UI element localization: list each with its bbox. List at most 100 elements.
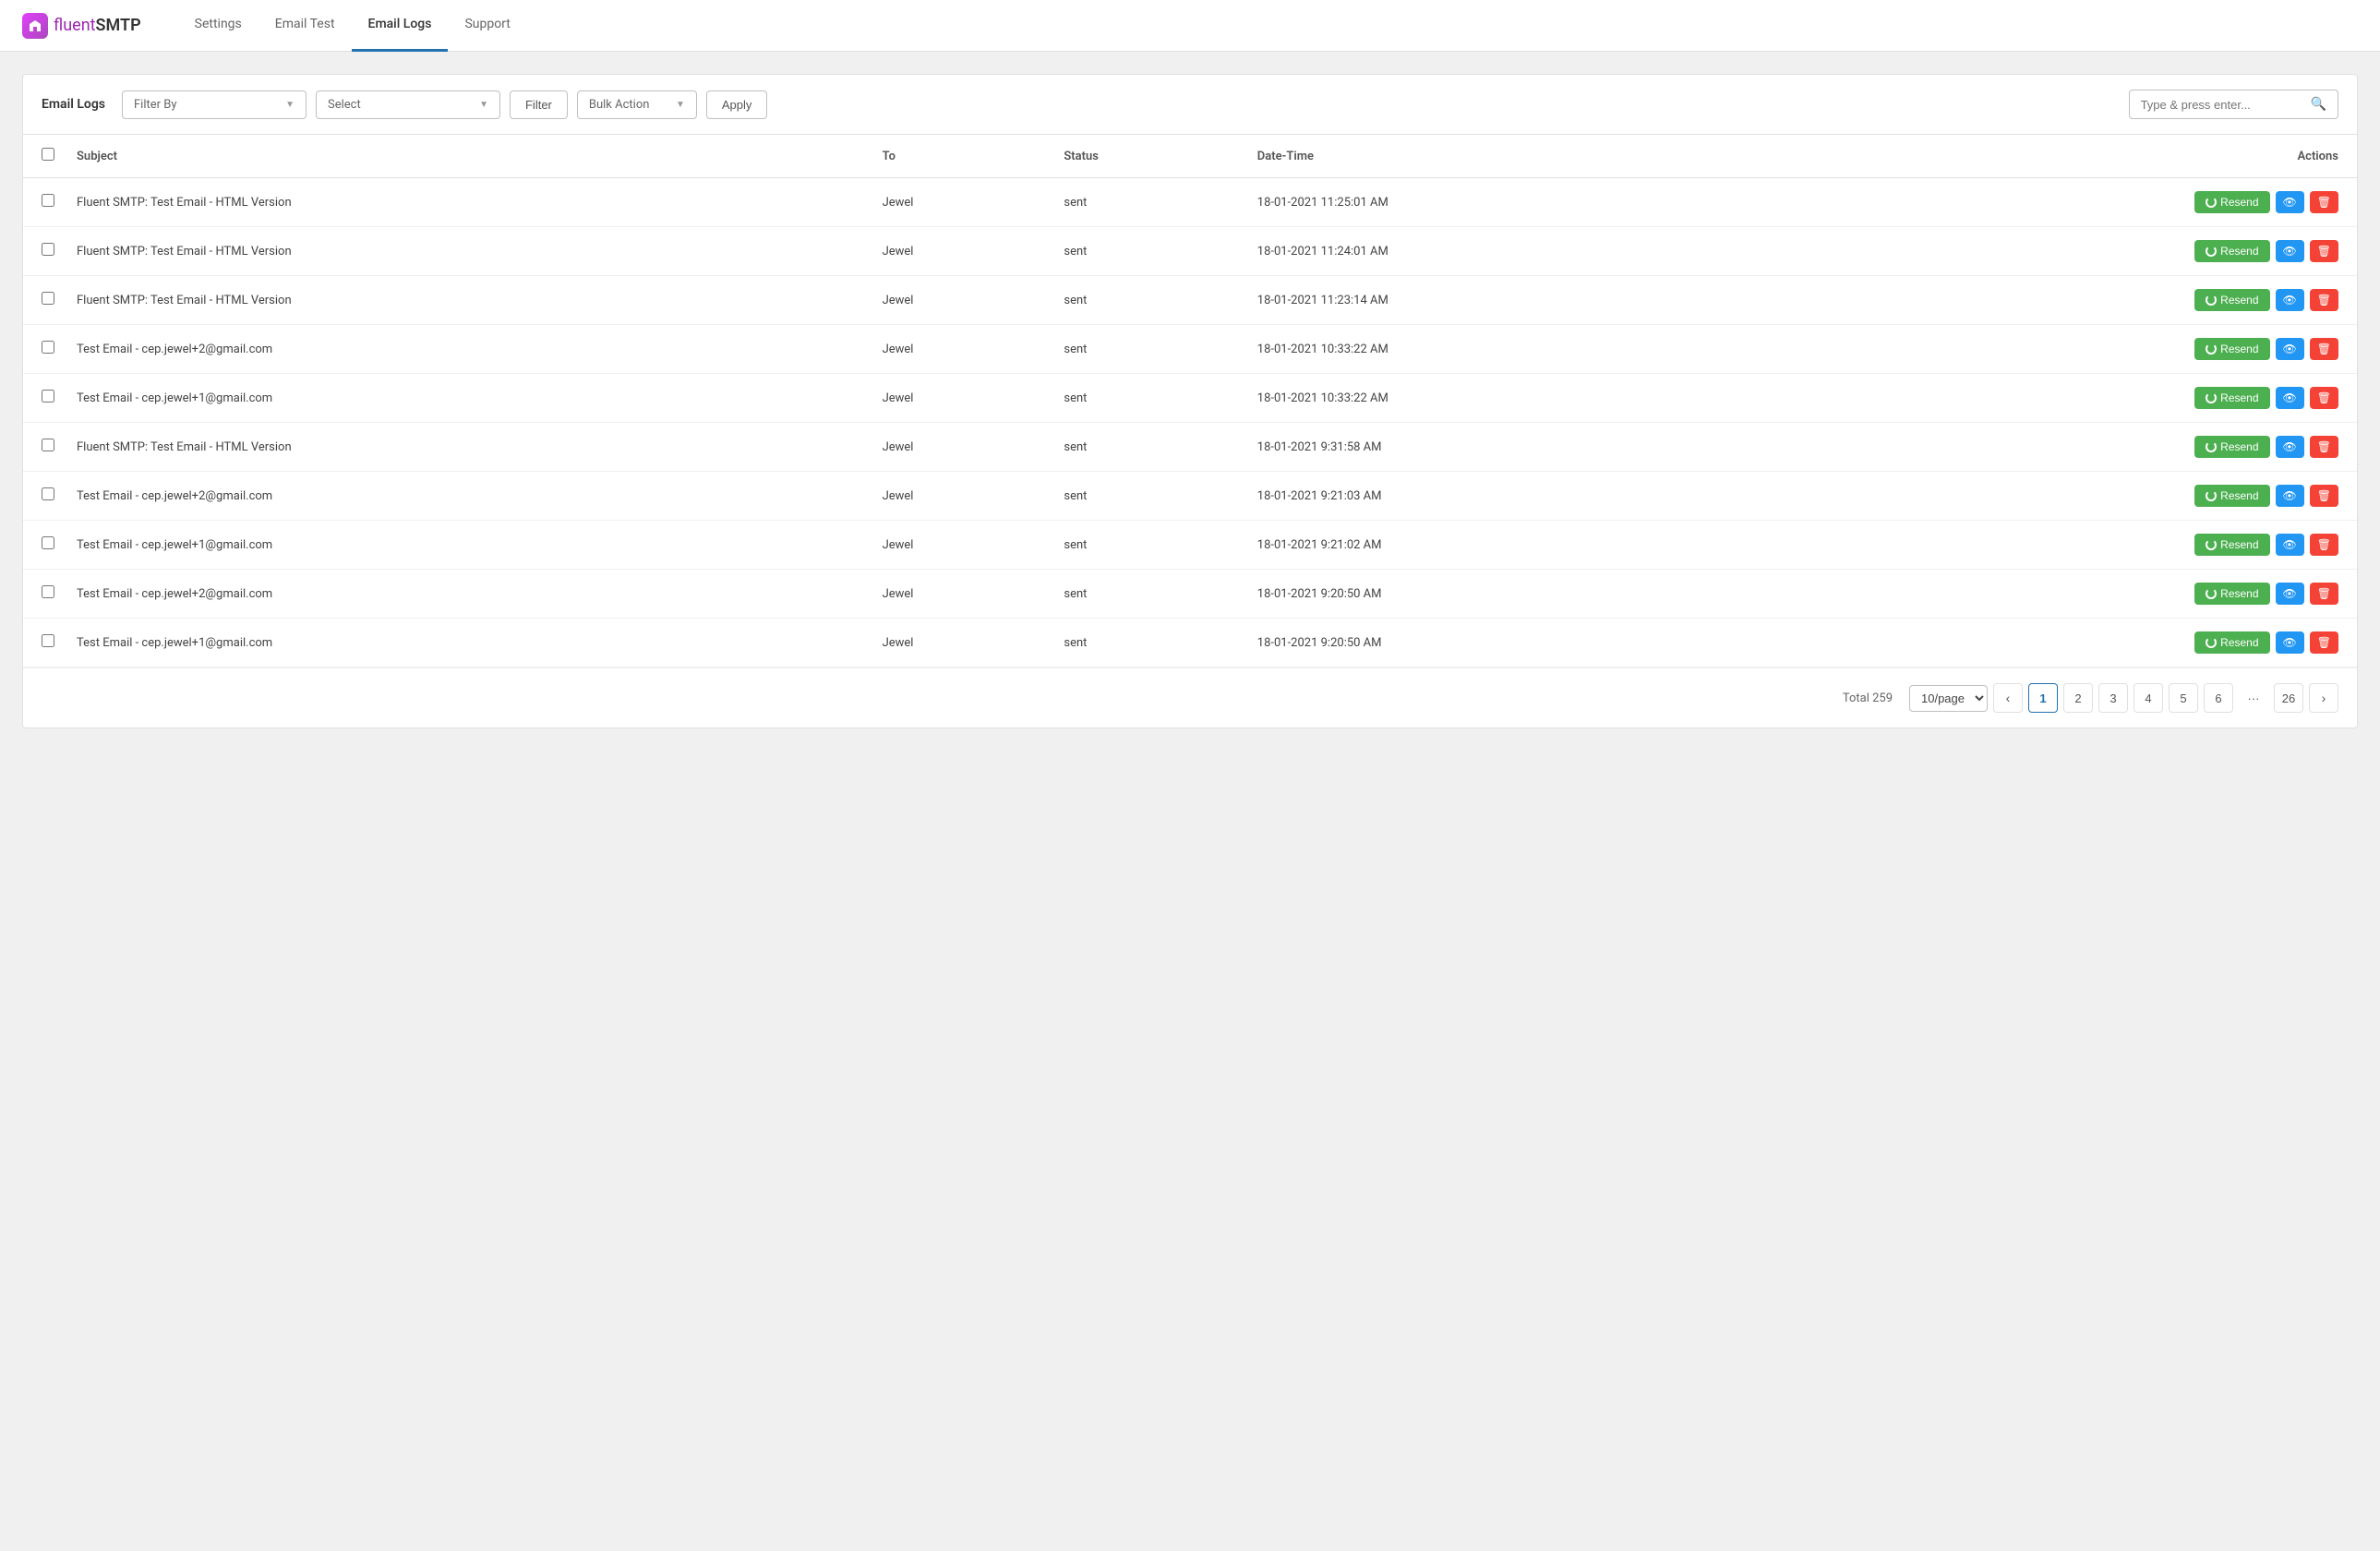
row-to: Jewel [871, 178, 1053, 227]
view-button[interactable]: 👁 [2276, 338, 2304, 360]
table-row: Test Email - cep.jewel+1@gmail.com Jewel… [23, 521, 2357, 570]
trash-icon: 🗑 [2317, 587, 2331, 600]
row-to: Jewel [871, 472, 1053, 521]
row-checkbox-cell [23, 570, 66, 619]
resend-icon [2206, 246, 2217, 257]
eye-icon: 👁 [2283, 440, 2297, 453]
resend-button[interactable]: Resend [2194, 338, 2269, 360]
email-logs-card: Email Logs Filter By ▼ Select ▼ Filter B… [22, 74, 2358, 728]
delete-button[interactable]: 🗑 [2310, 583, 2338, 605]
per-page-select[interactable]: 10/page 20/page 50/page [1909, 685, 1988, 712]
search-box: 🔍 [2129, 90, 2338, 119]
view-button[interactable]: 👁 [2276, 534, 2304, 556]
filter-by-dropdown[interactable]: Filter By ▼ [122, 90, 307, 119]
view-button[interactable]: 👁 [2276, 387, 2304, 409]
trash-icon: 🗑 [2317, 294, 2331, 307]
datetime-header: Date-Time [1246, 135, 1768, 178]
delete-button[interactable]: 🗑 [2310, 338, 2338, 360]
delete-button[interactable]: 🗑 [2310, 387, 2338, 409]
row-datetime: 18-01-2021 11:24:01 AM [1246, 227, 1768, 276]
resend-button[interactable]: Resend [2194, 240, 2269, 262]
select-all-checkbox[interactable] [42, 148, 54, 161]
row-checkbox-cell [23, 423, 66, 472]
row-status: sent [1052, 423, 1245, 472]
row-status: sent [1052, 570, 1245, 619]
row-checkbox-cell [23, 521, 66, 570]
row-status: sent [1052, 178, 1245, 227]
logo-icon [22, 13, 48, 39]
page-button-3[interactable]: 3 [2098, 683, 2128, 713]
delete-button[interactable]: 🗑 [2310, 631, 2338, 654]
nav-settings[interactable]: Settings [178, 0, 258, 52]
row-checkbox[interactable] [42, 194, 54, 207]
row-to: Jewel [871, 227, 1053, 276]
row-checkbox[interactable] [42, 439, 54, 451]
row-checkbox[interactable] [42, 487, 54, 500]
page-button-2[interactable]: 2 [2063, 683, 2093, 713]
row-datetime: 18-01-2021 9:31:58 AM [1246, 423, 1768, 472]
select-label: Select [328, 98, 361, 112]
row-to: Jewel [871, 521, 1053, 570]
row-checkbox[interactable] [42, 634, 54, 647]
resend-button[interactable]: Resend [2194, 289, 2269, 311]
row-actions: Resend 👁 🗑 [1767, 178, 2357, 227]
next-page-button[interactable]: › [2309, 683, 2338, 713]
page-button-5[interactable]: 5 [2169, 683, 2198, 713]
resend-button[interactable]: Resend [2194, 191, 2269, 213]
view-button[interactable]: 👁 [2276, 289, 2304, 311]
bulk-action-dropdown[interactable]: Bulk Action ▼ [577, 90, 697, 119]
row-checkbox[interactable] [42, 390, 54, 403]
row-checkbox-cell [23, 325, 66, 374]
row-to: Jewel [871, 325, 1053, 374]
apply-button[interactable]: Apply [706, 90, 768, 119]
row-checkbox[interactable] [42, 536, 54, 549]
pagination: Total 259 10/page 20/page 50/page ‹ 1 2 … [23, 667, 2357, 727]
main-content: Email Logs Filter By ▼ Select ▼ Filter B… [0, 52, 2380, 751]
view-button[interactable]: 👁 [2276, 583, 2304, 605]
view-button[interactable]: 👁 [2276, 631, 2304, 654]
view-button[interactable]: 👁 [2276, 485, 2304, 507]
resend-button[interactable]: Resend [2194, 387, 2269, 409]
select-all-header [23, 135, 66, 178]
delete-button[interactable]: 🗑 [2310, 289, 2338, 311]
pagination-total: Total 259 [1843, 691, 1893, 705]
resend-button[interactable]: Resend [2194, 534, 2269, 556]
search-input[interactable] [2141, 98, 2303, 112]
email-logs-table: Subject To Status Date-Time Actions Flue… [23, 135, 2357, 667]
page-button-26[interactable]: 26 [2274, 683, 2303, 713]
resend-button[interactable]: Resend [2194, 436, 2269, 458]
row-actions: Resend 👁 🗑 [1767, 276, 2357, 325]
row-checkbox[interactable] [42, 341, 54, 354]
delete-button[interactable]: 🗑 [2310, 191, 2338, 213]
resend-button[interactable]: Resend [2194, 631, 2269, 654]
filter-button[interactable]: Filter [510, 90, 568, 119]
delete-button[interactable]: 🗑 [2310, 534, 2338, 556]
eye-icon: 👁 [2283, 636, 2297, 649]
select-dropdown[interactable]: Select ▼ [316, 90, 500, 119]
view-button[interactable]: 👁 [2276, 191, 2304, 213]
delete-button[interactable]: 🗑 [2310, 240, 2338, 262]
nav-email-test[interactable]: Email Test [258, 0, 352, 52]
page-button-6[interactable]: 6 [2204, 683, 2233, 713]
row-checkbox[interactable] [42, 292, 54, 305]
row-checkbox-cell [23, 619, 66, 667]
nav-support[interactable]: Support [448, 0, 526, 52]
view-button[interactable]: 👁 [2276, 436, 2304, 458]
row-checkbox[interactable] [42, 585, 54, 598]
page-button-1[interactable]: 1 [2028, 683, 2058, 713]
prev-page-button[interactable]: ‹ [1993, 683, 2023, 713]
row-checkbox[interactable] [42, 243, 54, 256]
delete-button[interactable]: 🗑 [2310, 485, 2338, 507]
view-button[interactable]: 👁 [2276, 240, 2304, 262]
nav-email-logs[interactable]: Email Logs [352, 0, 449, 52]
row-actions: Resend 👁 🗑 [1767, 521, 2357, 570]
chevron-down-icon: ▼ [676, 100, 685, 110]
page-button-4[interactable]: 4 [2134, 683, 2163, 713]
row-subject: Test Email - cep.jewel+2@gmail.com [66, 570, 871, 619]
page-ellipsis: ··· [2239, 683, 2268, 713]
resend-button[interactable]: Resend [2194, 583, 2269, 605]
resend-button[interactable]: Resend [2194, 485, 2269, 507]
delete-button[interactable]: 🗑 [2310, 436, 2338, 458]
trash-icon: 🗑 [2317, 538, 2331, 551]
row-checkbox-cell [23, 227, 66, 276]
